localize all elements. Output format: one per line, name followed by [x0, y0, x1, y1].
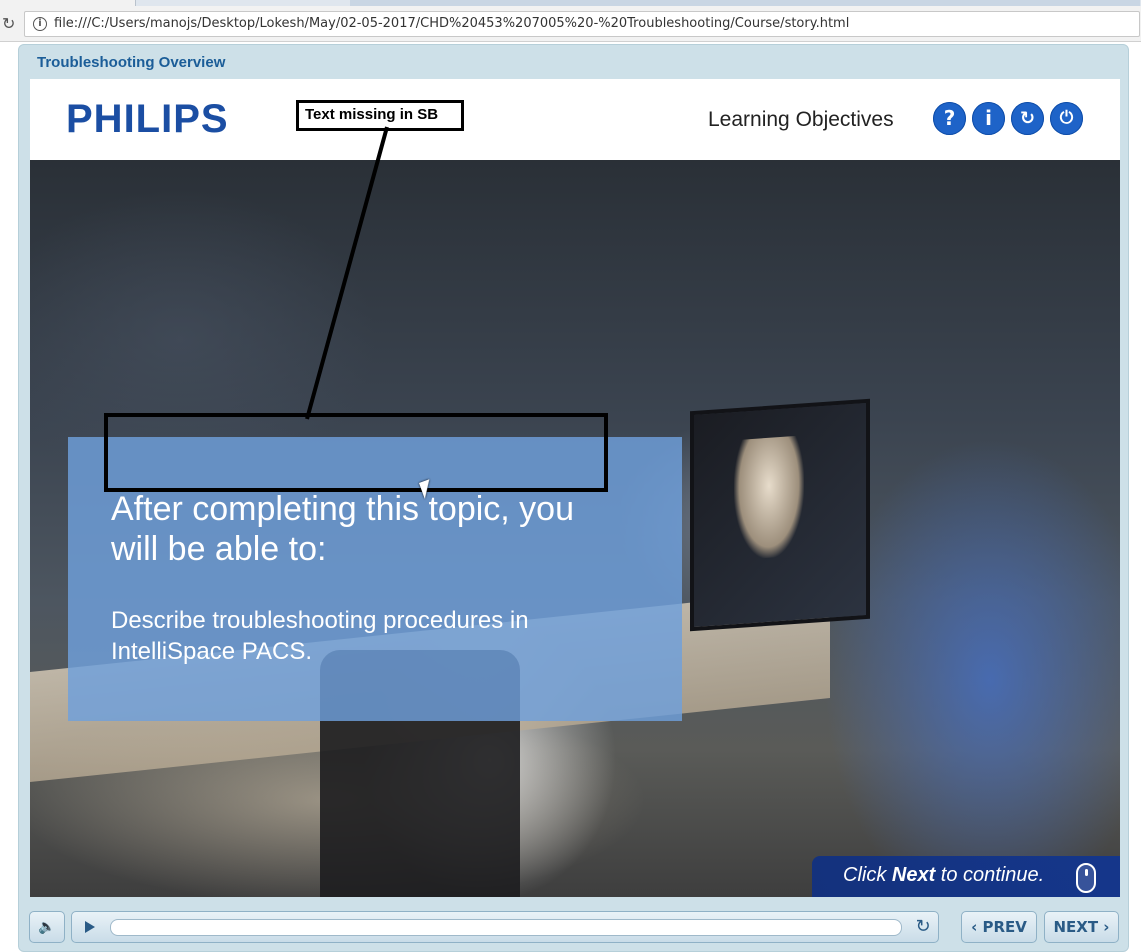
course-player: Troubleshooting Overview PHILIPS Learnin…: [18, 44, 1129, 952]
player-title: Troubleshooting Overview: [37, 54, 226, 71]
prev-button[interactable]: ‹ PREV: [961, 911, 1037, 943]
next-button[interactable]: NEXT ›: [1044, 911, 1119, 943]
browser-toolbar: ↻ i file:///C:/Users/manojs/Desktop/Loke…: [0, 6, 1141, 42]
playback-controls: 🔈 ↻ ‹ PREV NEXT ›: [19, 911, 1130, 947]
slide: PHILIPS Learning Objectives ? i ↻ ⏻ Afte…: [30, 79, 1120, 897]
seek-track[interactable]: [110, 919, 902, 936]
info-icon[interactable]: i: [33, 17, 47, 31]
address-url[interactable]: file:///C:/Users/manojs/Desktop/Lokesh/M…: [54, 16, 849, 31]
reload-icon[interactable]: ↻: [2, 15, 18, 33]
annotation-pointer-line: [305, 126, 389, 420]
seekbar-container: ↻: [71, 911, 939, 943]
play-icon[interactable]: [85, 921, 95, 933]
volume-button[interactable]: 🔈: [29, 911, 65, 943]
address-bar[interactable]: i file:///C:/Users/manojs/Desktop/Lokesh…: [24, 11, 1140, 37]
replay-icon[interactable]: ↻: [912, 916, 934, 938]
